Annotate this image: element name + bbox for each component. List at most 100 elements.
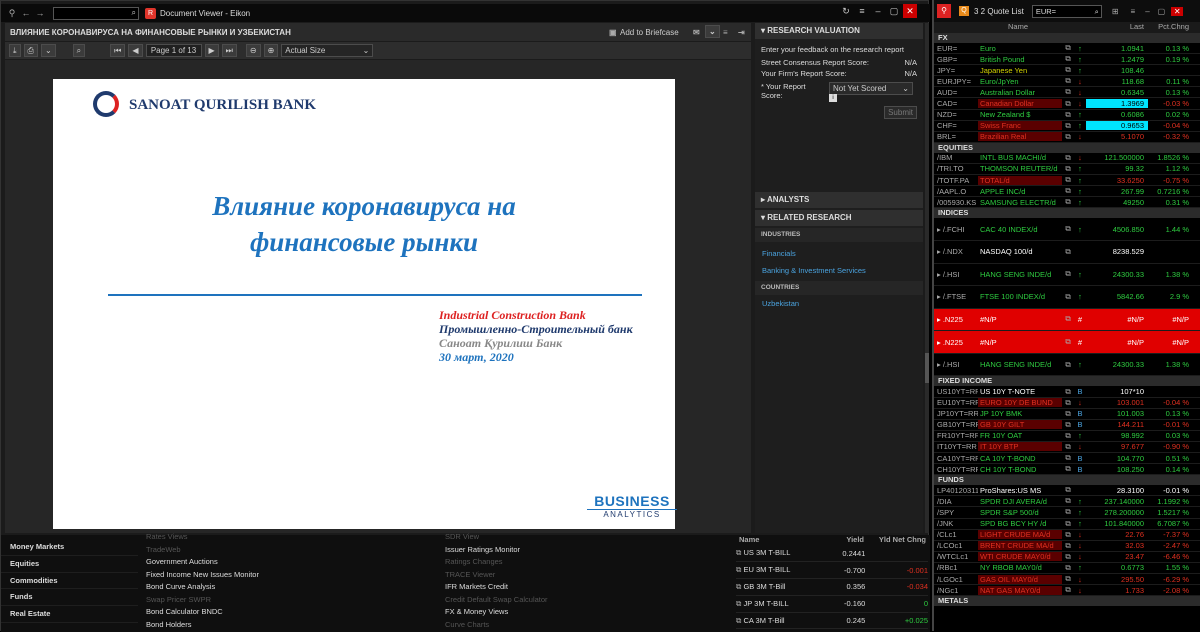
industry-link-financials[interactable]: Financials	[755, 245, 923, 262]
menu-item[interactable]: Government Auctions	[146, 556, 426, 569]
quote-row[interactable]: ▸ /.HSI HANG SENG INDE/d ⧉ ↑ 24300.33 1.38 %	[934, 264, 1200, 287]
quote-row[interactable]: /005930.KS SAMSUNG ELECTR/d ⧉ ↑ 49250 0.31 %	[934, 197, 1200, 209]
yield-row[interactable]: ⧉ EU 3M T-BILL -0.700 -0.001	[736, 561, 928, 580]
score-select[interactable]: Not Yet Scored ⌄	[829, 82, 913, 95]
quote-row[interactable]: ▸ /.FCHI CAC 40 INDEX/d ⧉ ↑ 4506.850 1.44 %	[934, 218, 1200, 241]
quote-row[interactable]: EUR= Euro ⧉ ↑ 1.0941 0.13 %	[934, 43, 1200, 55]
menu-icon[interactable]: ≡	[1131, 7, 1136, 16]
print-options-button[interactable]: ⌄	[40, 44, 56, 57]
quote-row[interactable]: /WTCLc1 WTI CRUDE MAY0/d ⧉ ↓ 23.47 -6.46 %	[934, 552, 1200, 563]
quote-search-input[interactable]: EUR= ⌕	[1031, 4, 1102, 18]
quote-row[interactable]: /JNK SPD BG BCY HY /d ⧉ ↑ 101.840000 6.7087 %	[934, 519, 1200, 530]
link-icon[interactable]: ⚲	[937, 4, 951, 18]
menu-item[interactable]: Ratings Changes	[445, 556, 725, 569]
quote-row[interactable]: /CLc1 LIGHT CRUDE MA/d ⧉ ↓ 22.76 -7.37 %	[934, 530, 1200, 541]
forward-icon[interactable]: →	[33, 8, 47, 18]
quote-row[interactable]: BRL= Brazilian Real ⧉ ↓ 5.1070 -0.32 %	[934, 132, 1200, 143]
quote-row[interactable]: AUD= Australian Dollar ⧉ ↓ 0.6345 0.13 %	[934, 87, 1200, 99]
search-icon[interactable]: ⌕	[1095, 6, 1099, 17]
quote-row[interactable]: /IBM INTL BUS MACHI/d ⧉ ↓ 121.500000 1.8526 %	[934, 153, 1200, 164]
menu-item[interactable]: Rates Views	[146, 531, 426, 544]
menu-item[interactable]: Swap Pricer SWPR	[146, 594, 426, 607]
document-scrollbar[interactable]	[925, 23, 929, 533]
close-icon[interactable]: ✕	[1171, 6, 1184, 16]
quote-row[interactable]: ▸ .N225 #N/P ⧉ # #N/P #N/P	[934, 308, 1200, 332]
quote-row[interactable]: /LGOc1 GAS OIL MAY0/d ⧉ ↓ 295.50 -6.29 %	[934, 574, 1200, 586]
menu-item[interactable]: Issuer Ratings Monitor	[445, 544, 725, 557]
quote-row[interactable]: /LCOc1 BRENT CRUDE MA/d ⧉ ↓ 32.03 -2.47 %	[934, 541, 1200, 552]
quote-row[interactable]: /RBc1 NY RBOB MAY0/d ⧉ ↑ 0.6773 1.55 %	[934, 563, 1200, 574]
quote-row[interactable]: FR10YT=RR FR 10Y OAT ⧉ ↑ 98.992 0.03 %	[934, 431, 1200, 442]
quote-row[interactable]: /NGc1 NAT GAS MAY0/d ⧉ ↓ 1.733 -2.08 %	[934, 585, 1200, 597]
yield-row[interactable]: ⧉ CA 3M T-Bill 0.245 +0.025	[736, 612, 928, 630]
menu-item[interactable]: Bond Curve Analysis	[146, 581, 426, 594]
first-page-button[interactable]: ⏮	[110, 44, 126, 57]
menu-item[interactable]: Curve Charts	[445, 619, 725, 632]
menu-item[interactable]: FX & Money Views	[445, 606, 725, 619]
quote-row[interactable]: CA10YT=RR CA 10Y T-BOND ⧉ B 104.770 0.51 %	[934, 453, 1200, 465]
quote-row[interactable]: ▸ /.NDX NASDAQ 100/d ⧉ 8238.529	[934, 241, 1200, 264]
quote-row[interactable]: IT10YT=RR IT 10Y BTP ⧉ ↓ 97.677 -0.90 %	[934, 442, 1200, 454]
print-button[interactable]: ⎙	[23, 44, 38, 57]
zoom-out-button[interactable]: ⊖	[245, 44, 261, 57]
menu-icon[interactable]: ≡	[855, 4, 869, 18]
category-commodities[interactable]: Commodities	[1, 573, 138, 590]
prev-page-button[interactable]: ◀	[128, 44, 143, 57]
quote-row[interactable]: GBP= British Pound ⧉ ↑ 1.2479 0.19 %	[934, 54, 1200, 66]
quote-row[interactable]: EU10YT=RR EURO 10Y DE BUND ⧉ ↓ 103.001 -0.04 …	[934, 398, 1200, 409]
info-icon[interactable]: i	[829, 94, 837, 102]
quote-row[interactable]: GB10YT=RR GB 10Y GILT ⧉ B 144.211 -0.01 %	[934, 420, 1200, 431]
briefcase-icon[interactable]: ▣	[609, 28, 617, 37]
category-money-markets[interactable]: Money Markets	[1, 539, 138, 556]
industry-link-banking[interactable]: Banking & Investment Services	[755, 262, 923, 279]
country-link-uzbekistan[interactable]: Uzbekistan	[755, 295, 923, 312]
quote-row[interactable]: /TOTF.PA TOTAL/d ⧉ ↑ 33.6250 -0.75 %	[934, 175, 1200, 187]
viewer-search-input[interactable]: ⌕	[53, 6, 139, 20]
menu-item[interactable]: Bond Holders	[146, 619, 426, 632]
zoom-in-button[interactable]: ⊕	[263, 44, 279, 57]
menu-item[interactable]: TRACE Viewer	[445, 569, 725, 582]
back-icon[interactable]: ←	[19, 8, 33, 18]
close-icon[interactable]: ✕	[903, 4, 917, 18]
email-icon[interactable]: ✉	[693, 28, 700, 37]
scrollbar-thumb[interactable]	[925, 353, 929, 383]
quote-row[interactable]: /DIA SPDR DJI AVERA/d ⧉ ↑ 237.140000 1.1992 %	[934, 496, 1200, 508]
zoom-select[interactable]: Actual Size ⌄	[281, 44, 374, 57]
menu-item[interactable]: Bond Calculator BNDC	[146, 606, 426, 619]
quote-row[interactable]: /SPY SPDR S&P 500/d ⧉ ↑ 278.200000 1.5217 %	[934, 507, 1200, 519]
quote-row[interactable]: ▸ /.FTSE FTSE 100 INDEX/d ⧉ ↑ 5842.66 2.9 %	[934, 286, 1200, 309]
quote-row[interactable]: NZD= New Zealand $ ⧉ ↑ 0.6086 0.02 %	[934, 110, 1200, 121]
search-icon[interactable]: ⌕	[132, 8, 136, 18]
quote-row[interactable]: JP10YT=RR JP 10Y BMK ⧉ B 101.003 0.13 %	[934, 409, 1200, 420]
analysts-header[interactable]: ▸ ANALYSTS	[755, 192, 923, 208]
quote-row[interactable]: /TRI.TO THOMSON REUTER/d ⧉ ↑ 99.32 1.12 %	[934, 164, 1200, 176]
research-valuation-header[interactable]: ▾ RESEARCH VALUATION	[755, 23, 923, 39]
menu-item[interactable]: SDR View	[445, 531, 725, 544]
filter-icon[interactable]: ⊞	[1112, 7, 1119, 16]
page-indicator[interactable]: Page 1 of 13	[145, 44, 202, 57]
link-icon[interactable]: ⚲	[5, 8, 19, 19]
restore-icon[interactable]: ▢	[887, 4, 901, 18]
refresh-icon[interactable]: ↻	[839, 4, 853, 18]
related-research-header[interactable]: ▾ RELATED RESEARCH	[755, 210, 923, 226]
yield-row[interactable]: ⧉ GB 3M T-Bill 0.356 -0.034	[736, 578, 928, 596]
last-page-button[interactable]: ⏭	[221, 44, 237, 57]
quote-row[interactable]: CAD= Canadian Dollar ⧉ ↓ 1.3969 -0.03 %	[934, 98, 1200, 110]
submit-button[interactable]: Submit	[884, 106, 917, 119]
quote-row[interactable]: EURJPY= Euro/JpYen ⧉ ↓ 118.68 0.11 %	[934, 76, 1200, 88]
add-to-briefcase-link[interactable]: Add to Briefcase	[620, 28, 679, 37]
quote-row[interactable]: LP40120311 ProShares:US MS ⧉ 28.3100 -0.01 %	[934, 485, 1200, 497]
menu-item[interactable]: Credit Default Swap Calculator	[445, 594, 725, 607]
find-button[interactable]: ⌕	[72, 44, 86, 57]
pin-icon[interactable]: ⇥	[738, 28, 745, 37]
yield-row[interactable]: ⧉ US 3M T-BILL 0.2441	[736, 545, 928, 563]
category-funds[interactable]: Funds	[1, 589, 138, 607]
quote-row[interactable]: CH10YT=RR CH 10Y T-BOND ⧉ B 108.250 0.14 %	[934, 464, 1200, 476]
quote-row[interactable]: US10YT=RR US 10Y T-NOTE ⧉ B 107*10	[934, 386, 1200, 398]
download-button[interactable]: ⤓	[9, 44, 21, 57]
minimize-icon[interactable]: –	[871, 4, 885, 18]
header-dropdown-button[interactable]: ⌄	[705, 25, 720, 38]
menu-item[interactable]: Fixed Income New Issues Monitor	[146, 569, 426, 582]
quote-row[interactable]: ▸ .N225 #N/P ⧉ # #N/P #N/P	[934, 331, 1200, 354]
quote-row[interactable]: JPY= Japanese Yen ⧉ ↑ 108.46	[934, 65, 1200, 77]
